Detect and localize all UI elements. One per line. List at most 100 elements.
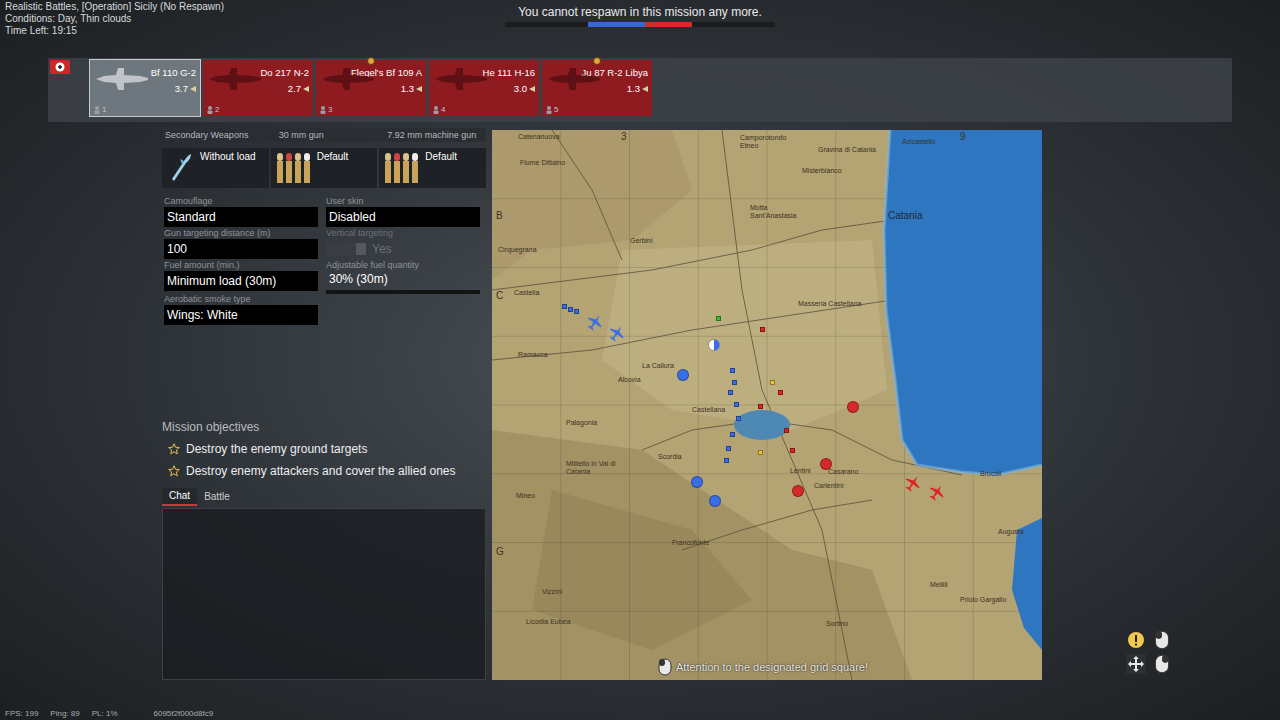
map-marker[interactable] — [715, 501, 721, 507]
select-field[interactable]: 100 — [164, 239, 318, 259]
map-marker[interactable] — [760, 452, 763, 455]
chat-tab[interactable]: Battle — [197, 488, 237, 506]
chat-panel: Chat Battle — [162, 488, 486, 680]
place-label: Francofonte — [672, 539, 709, 547]
ammo-belt-icon — [383, 151, 419, 185]
map-marker[interactable] — [734, 382, 737, 385]
map-marker[interactable] — [576, 311, 579, 314]
rank-icon — [642, 86, 648, 92]
map-marker[interactable] — [595, 322, 604, 331]
place-label: Palagonia — [566, 419, 597, 427]
select-field[interactable]: Wings: White — [164, 305, 318, 325]
map-marker[interactable] — [726, 460, 729, 463]
chat-tab-label: Chat — [169, 490, 190, 502]
map-marker[interactable] — [736, 404, 739, 407]
map-marker[interactable] — [728, 448, 731, 451]
map[interactable]: CatenanuovaCamporotondo EtneoGravina di … — [492, 130, 1042, 680]
slot-number: 3 — [328, 105, 332, 115]
setting: Gun targeting distance (m)100 — [164, 228, 318, 260]
warning-icon[interactable] — [1126, 630, 1146, 650]
rank-icon — [416, 86, 422, 92]
vehicle-slot[interactable]: Do 217 N-22.72 — [203, 60, 313, 116]
map-marker[interactable] — [564, 306, 567, 309]
toggle-switch[interactable] — [326, 243, 366, 255]
place-label: Castellana — [692, 406, 725, 414]
ground-unit-icon — [730, 432, 735, 437]
vehicle-name: Do 217 N-2 — [260, 67, 309, 78]
select-field[interactable]: Standard — [164, 207, 318, 227]
map-marker[interactable] — [570, 309, 573, 312]
place-label: Acicastello — [902, 138, 935, 146]
map-marker[interactable] — [853, 407, 859, 413]
capture-point-icon — [820, 458, 832, 470]
place-label: Gerbini — [630, 237, 653, 245]
ground-unit-icon — [734, 402, 739, 407]
map-marker[interactable] — [732, 370, 735, 373]
aircraft-icon — [433, 66, 489, 92]
map-marker[interactable] — [718, 318, 721, 321]
vehicle-slot[interactable]: Ju 87 R-2 Libya1.35 — [542, 60, 652, 116]
place-label: Sortino — [826, 620, 848, 628]
slot-number: 1 — [102, 105, 106, 115]
weapon-cell[interactable]: Without load — [162, 148, 269, 188]
chat-tab-label: Battle — [204, 491, 230, 503]
notice: You cannot respawn in this mission any m… — [427, 0, 854, 58]
map-marker[interactable] — [714, 345, 720, 351]
place-label: Masseria Castellana — [798, 300, 861, 308]
vehicle-slot[interactable]: Flegel's Bf 109 A1.33 — [316, 60, 426, 116]
setting-value: Yes — [372, 242, 392, 256]
place-label: Fiume Dittaino — [520, 159, 565, 167]
objectives-title: Mission objectives — [162, 420, 486, 434]
hud-header: Realistic Battles, [Operation] Sicily (N… — [0, 0, 1280, 58]
map-marker[interactable] — [762, 329, 765, 332]
ground-unit-icon — [568, 307, 573, 312]
map-marker[interactable] — [937, 492, 946, 501]
place-label: La Callura — [642, 362, 674, 370]
place-label: Casarano — [828, 468, 858, 476]
weapon-cell[interactable]: Default — [379, 148, 486, 188]
move-icon[interactable] — [1126, 654, 1146, 674]
place-label: Mineo — [516, 492, 535, 500]
map-marker[interactable] — [732, 434, 735, 437]
map-marker[interactable] — [798, 491, 804, 497]
map-marker[interactable] — [760, 406, 763, 409]
map-marker[interactable] — [697, 482, 703, 488]
vehicle-slot[interactable]: He 111 H-163.04 — [429, 60, 539, 116]
vehicle-name: He 111 H-16 — [483, 67, 535, 78]
germany-flag-icon — [50, 60, 70, 74]
map-marker[interactable] — [617, 333, 626, 342]
map-marker[interactable] — [772, 382, 775, 385]
place-label: Brucoli — [980, 470, 1001, 478]
map-marker[interactable] — [826, 464, 832, 470]
map-marker[interactable] — [738, 418, 741, 421]
map-marker[interactable] — [792, 450, 795, 453]
weapon-cell[interactable]: Default — [271, 148, 378, 188]
select-field[interactable]: Minimum load (30m) — [164, 271, 318, 291]
place-label: Camporotondo Etneo — [740, 134, 804, 150]
status-item: FPS: 199 — [5, 709, 38, 719]
chat-tab[interactable]: Chat — [162, 488, 197, 506]
map-places: CatenanuovaCamporotondo EtneoGravina di … — [492, 130, 1042, 680]
chat-tabs: Chat Battle — [162, 488, 486, 506]
vehicle-slot[interactable]: Bf 110 G-23.71 — [90, 60, 200, 116]
setting: Vertical targetingYes — [326, 228, 480, 260]
place-label: Castella — [514, 289, 539, 297]
ground-unit-icon — [770, 380, 775, 385]
mouse-icon — [1152, 630, 1172, 650]
map-marker[interactable] — [913, 483, 922, 492]
setting: User skinDisabled — [326, 196, 480, 228]
mouse-icon — [658, 658, 672, 676]
map-marker[interactable] — [730, 392, 733, 395]
place-label: Melilli — [930, 581, 948, 589]
left-panel: Secondary Weapons30 mm gun7.92 mm machin… — [162, 128, 486, 680]
battle-rating: 1.3 — [401, 83, 414, 94]
map-marker[interactable] — [780, 392, 783, 395]
crew-icon — [320, 106, 326, 114]
slider-track[interactable] — [326, 290, 480, 294]
map-marker[interactable] — [683, 375, 689, 381]
select-field[interactable]: Disabled — [326, 207, 480, 227]
map-marker[interactable] — [786, 430, 789, 433]
vehicle-name: Bf 110 G-2 — [151, 67, 196, 78]
objective-text: Destroy enemy attackers and cover the al… — [186, 464, 455, 478]
chat-log[interactable] — [162, 508, 486, 680]
